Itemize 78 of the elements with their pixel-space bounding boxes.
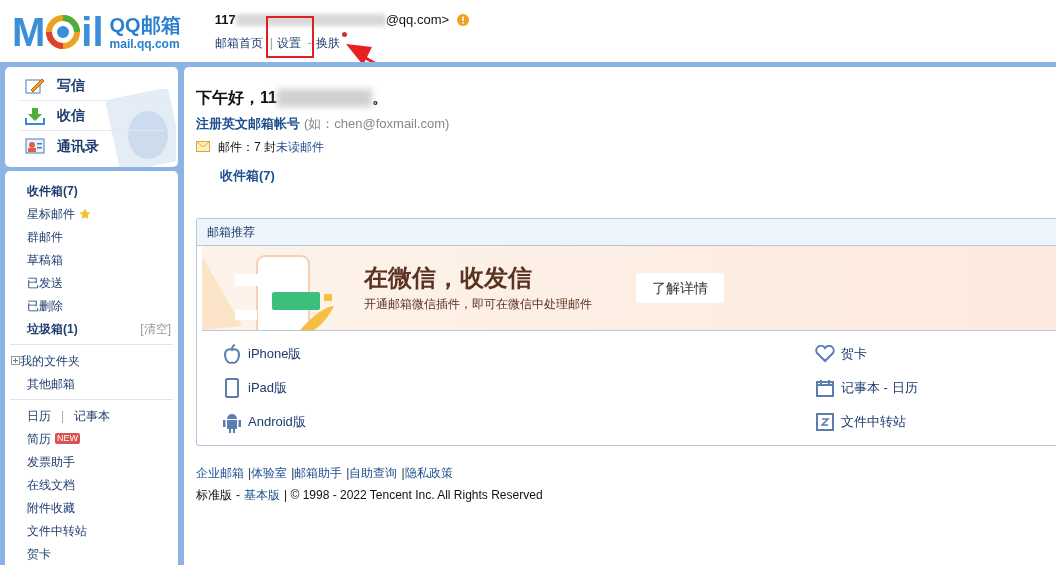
- register-link[interactable]: 注册英文邮箱帐号: [196, 114, 300, 134]
- app-link[interactable]: Android版: [248, 412, 306, 432]
- envelope-icon: [196, 141, 210, 152]
- separator: |: [61, 407, 65, 425]
- apple-icon: [223, 344, 241, 364]
- sidebar-action[interactable]: 写信: [19, 71, 164, 101]
- warning-icon: [457, 13, 470, 26]
- banner-subtitle: 开通邮箱微信插件，即可在微信中处理邮件: [364, 296, 592, 313]
- calendar-icon: [816, 379, 834, 397]
- logo-ring-icon: [45, 14, 82, 50]
- inbox-link[interactable]: 收件箱(7): [220, 165, 275, 185]
- unread-link[interactable]: 未读邮件: [276, 137, 324, 156]
- tool-link[interactable]: 附件收藏: [27, 498, 75, 517]
- folder-link[interactable]: 收件箱(7): [27, 181, 78, 200]
- tool-link[interactable]: 简历: [27, 429, 51, 448]
- separator: |: [248, 465, 252, 482]
- tool-link[interactable]: 在线文档: [27, 475, 75, 494]
- edition-label: 标准版: [196, 487, 232, 504]
- tool-link[interactable]: 日历: [27, 406, 51, 425]
- expand-icon[interactable]: [11, 356, 20, 365]
- learn-more-button[interactable]: 了解详情: [636, 273, 724, 303]
- tool-link[interactable]: 发票助手: [27, 452, 75, 471]
- folder-link[interactable]: 草稿箱: [27, 250, 63, 269]
- app-link[interactable]: iPhone版: [248, 344, 302, 364]
- sidebar-action[interactable]: 收信: [19, 101, 164, 131]
- app-link[interactable]: 文件中转站: [841, 412, 906, 432]
- copyright: | © 1998 - 2022 Tencent Inc. All Rights Reserved: [284, 487, 543, 504]
- account-email: @qq.com>: [385, 11, 450, 29]
- tool-link[interactable]: 文件中转站: [27, 521, 87, 540]
- footer-link[interactable]: 邮箱助手: [294, 464, 343, 482]
- separator: |: [291, 465, 295, 482]
- folder-link[interactable]: 垃圾箱(1): [27, 319, 78, 338]
- highlight-rectangle: [266, 16, 314, 58]
- footer-link[interactable]: 自助查询: [349, 464, 398, 482]
- pencil-note-icon: [25, 76, 45, 95]
- sidebar-action[interactable]: 通讯录: [19, 131, 164, 161]
- tool-link[interactable]: 贺卡: [27, 544, 51, 563]
- folder-link[interactable]: 已发送: [27, 273, 63, 292]
- greeting-end: 。: [371, 88, 388, 108]
- separator: -: [236, 487, 240, 504]
- logo-letter: M: [12, 10, 46, 54]
- app-link[interactable]: 记事本 - 日历: [841, 378, 918, 398]
- separator: |: [401, 465, 405, 482]
- panel-title: 邮箱推荐: [207, 224, 255, 241]
- basic-version-link[interactable]: 基本版: [244, 486, 280, 504]
- arrowhead-icon: [346, 44, 372, 65]
- footer-link[interactable]: 隐私政策: [404, 464, 453, 482]
- footer-link[interactable]: 企业邮箱: [196, 464, 244, 482]
- heart-icon: [815, 345, 835, 363]
- footer-link[interactable]: 体验室: [251, 464, 288, 482]
- banner-title: 在微信，收发信: [364, 263, 533, 293]
- android-icon: [222, 411, 242, 433]
- nav-link[interactable]: 换肤: [315, 33, 343, 52]
- logo-domain: mail.qq.com: [109, 37, 181, 50]
- app-link[interactable]: iPad版: [248, 378, 288, 398]
- download-tray-icon: [25, 106, 45, 125]
- new-badge: NEW: [55, 433, 80, 444]
- folder-link[interactable]: 其他邮箱: [27, 374, 75, 393]
- register-hint: (如：chen@foxmail.com): [304, 115, 450, 133]
- separator: |: [269, 34, 273, 52]
- transfer-box-icon: [816, 413, 834, 431]
- contact-card-icon: [25, 138, 45, 154]
- greeting: 下午好，11: [196, 88, 277, 108]
- separator: -: [307, 34, 312, 52]
- folder-link[interactable]: 我的文件夹: [20, 351, 80, 370]
- logo-letter: il: [81, 10, 104, 54]
- folder-link[interactable]: 星标邮件: [27, 204, 75, 223]
- tablet-icon: [224, 378, 240, 398]
- tool-link[interactable]: 记事本: [74, 406, 111, 425]
- folder-link[interactable]: 已删除: [27, 296, 63, 315]
- nav-link[interactable]: 设置: [276, 33, 304, 52]
- separator: |: [346, 465, 350, 482]
- app-link[interactable]: 贺卡: [841, 344, 867, 364]
- nav-link[interactable]: 邮箱首页: [214, 33, 266, 52]
- logo-name: QQ邮箱: [109, 14, 181, 35]
- folder-link[interactable]: 群邮件: [27, 227, 63, 246]
- mail-count: 邮件：7 封: [218, 138, 276, 156]
- account-name: 117: [214, 11, 236, 29]
